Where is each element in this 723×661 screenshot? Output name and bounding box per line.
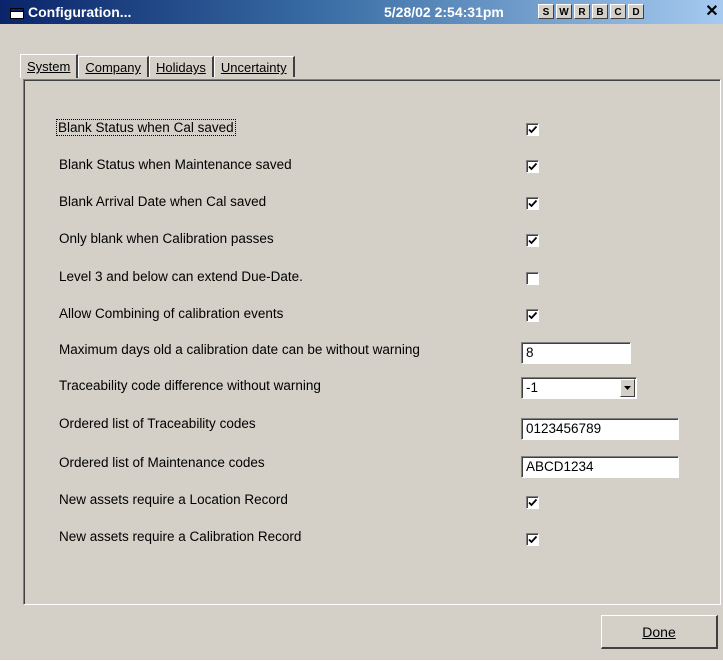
checkbox-blank-status-maint[interactable]: [526, 160, 539, 173]
checkmark-icon: [528, 125, 538, 134]
checkbox-require-calibration[interactable]: [526, 533, 539, 546]
maintenance-codes-input[interactable]: ABCD1234: [521, 456, 679, 478]
label-level3-extend: Level 3 and below can extend Due-Date.: [59, 269, 303, 284]
label-blank-arrival-cal: Blank Arrival Date when Cal saved: [59, 194, 267, 209]
traceability-codes-input[interactable]: 0123456789: [521, 418, 679, 440]
label-only-blank-pass: Only blank when Calibration passes: [59, 231, 274, 246]
label-blank-status-cal: Blank Status when Cal saved: [56, 119, 236, 136]
tab-system[interactable]: System: [20, 54, 79, 78]
toolbar-button-s[interactable]: S: [538, 4, 554, 19]
checkbox-blank-arrival-cal[interactable]: [526, 197, 539, 210]
window-title: Configuration...: [28, 4, 132, 20]
tab-label: System: [27, 59, 71, 74]
label-require-location: New assets require a Location Record: [59, 492, 288, 507]
label-max-days-old: Maximum days old a calibration date can …: [59, 342, 420, 357]
max-days-old-input[interactable]: 8: [521, 342, 631, 364]
title-bar[interactable]: Configuration... 5/28/02 2:54:31pm S W R…: [0, 0, 723, 24]
tab-holidays[interactable]: Holidays: [148, 56, 214, 77]
checkbox-only-blank-pass[interactable]: [526, 234, 539, 247]
checkmark-icon: [528, 162, 538, 171]
label-traceability-diff: Traceability code difference without war…: [59, 378, 321, 393]
label-maintenance-codes: Ordered list of Maintenance codes: [59, 455, 265, 470]
tab-uncertainty[interactable]: Uncertainty: [213, 56, 295, 77]
label-traceability-codes: Ordered list of Traceability codes: [59, 416, 256, 431]
checkmark-icon: [528, 498, 538, 507]
checkmark-icon: [528, 311, 538, 320]
tab-strip: System Company Holidays Uncertainty: [20, 54, 295, 78]
traceability-diff-select[interactable]: -1: [521, 377, 637, 399]
toolbar-buttons: S W R B C D: [538, 4, 646, 21]
chevron-down-icon[interactable]: [620, 379, 635, 397]
checkbox-level3-extend[interactable]: [526, 272, 539, 285]
toolbar-button-w[interactable]: W: [556, 4, 572, 19]
tab-label: Uncertainty: [220, 60, 287, 75]
checkbox-require-location[interactable]: [526, 496, 539, 509]
checkmark-icon: [528, 236, 538, 245]
label-require-calibration: New assets require a Calibration Record: [59, 529, 302, 544]
toolbar-button-d[interactable]: D: [628, 4, 644, 19]
toolbar-button-b[interactable]: B: [592, 4, 608, 19]
close-icon[interactable]: ✕: [704, 3, 720, 20]
checkmark-icon: [528, 199, 538, 208]
tab-label: Holidays: [155, 60, 206, 75]
checkbox-allow-combining[interactable]: [526, 309, 539, 322]
label-blank-status-maint: Blank Status when Maintenance saved: [59, 157, 292, 172]
toolbar-button-c[interactable]: C: [610, 4, 626, 19]
tab-company[interactable]: Company: [78, 56, 149, 77]
tab-label: Company: [85, 60, 141, 75]
toolbar-button-r[interactable]: R: [574, 4, 590, 19]
clock-display: 5/28/02 2:54:31pm: [384, 4, 504, 20]
label-allow-combining: Allow Combining of calibration events: [59, 306, 284, 321]
traceability-diff-value: -1: [526, 380, 539, 395]
window-icon: [10, 6, 24, 19]
checkbox-blank-status-cal[interactable]: [526, 123, 539, 136]
checkmark-icon: [528, 535, 538, 544]
done-button-label: Done: [642, 624, 676, 640]
done-button[interactable]: Done: [601, 615, 718, 649]
